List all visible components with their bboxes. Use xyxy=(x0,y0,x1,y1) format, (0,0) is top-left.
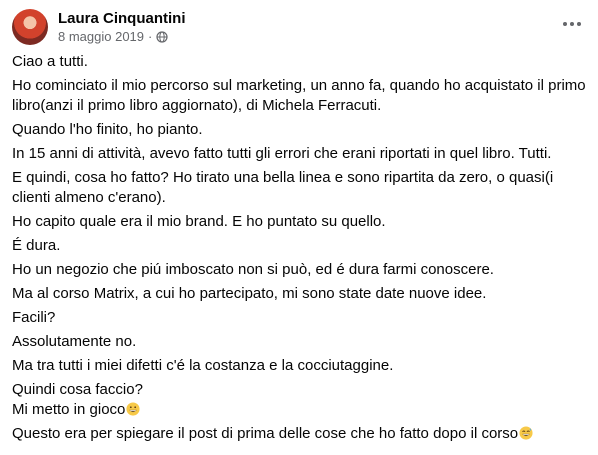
post-paragraph: É dura. xyxy=(12,237,61,254)
facebook-post: Laura Cinquantini 8 maggio 2019 · Ciao a… xyxy=(0,0,598,455)
globe-icon[interactable] xyxy=(156,30,168,43)
meta-separator: · xyxy=(148,29,153,44)
author-name[interactable]: Laura Cinquantini xyxy=(58,10,186,27)
post-paragraph: Assolutamente no. xyxy=(12,333,137,350)
post-paragraph: Ho capito quale era il mio brand. E ho p… xyxy=(12,213,386,230)
gioco-line: Mi metto in gioco xyxy=(12,401,126,418)
post-paragraph: Facili? xyxy=(12,309,56,326)
post-paragraph: Ho un negozio che piú imboscato non si p… xyxy=(12,261,494,278)
post-body: Ciao a tutti. Ho cominciato il mio perco… xyxy=(12,52,590,448)
post-paragraph-quindi: Quindi cosa faccio? Mi metto in gioco xyxy=(12,380,590,420)
post-paragraph: Quando l'ho finito, ho pianto. xyxy=(12,121,203,138)
post-paragraph: E quindi, cosa ho fatto? Ho tirato una b… xyxy=(12,169,554,206)
post-paragraph: Ho cominciato il mio percorso sul market… xyxy=(12,77,586,114)
post-paragraph: Ma tra tutti i miei difetti c'é la costa… xyxy=(12,357,394,374)
post-meta: 8 maggio 2019 · xyxy=(58,29,168,44)
more-options-icon[interactable] xyxy=(560,14,584,34)
quindi-line: Quindi cosa faccio? xyxy=(12,381,143,398)
post-paragraph: Ma al corso Matrix, a cui ho partecipato… xyxy=(12,285,487,302)
avatar[interactable] xyxy=(12,9,48,45)
grinning-sweat-face-icon xyxy=(519,426,533,440)
last-line: Questo era per spiegare il post di prima… xyxy=(12,425,519,442)
post-date[interactable]: 8 maggio 2019 xyxy=(58,29,144,44)
post-paragraph: Ciao a tutti. xyxy=(12,53,88,70)
grinning-face-icon xyxy=(126,402,140,416)
post-paragraph: In 15 anni di attività, avevo fatto tutt… xyxy=(12,145,552,162)
post-paragraph-last: Questo era per spiegare il post di prima… xyxy=(12,424,590,444)
